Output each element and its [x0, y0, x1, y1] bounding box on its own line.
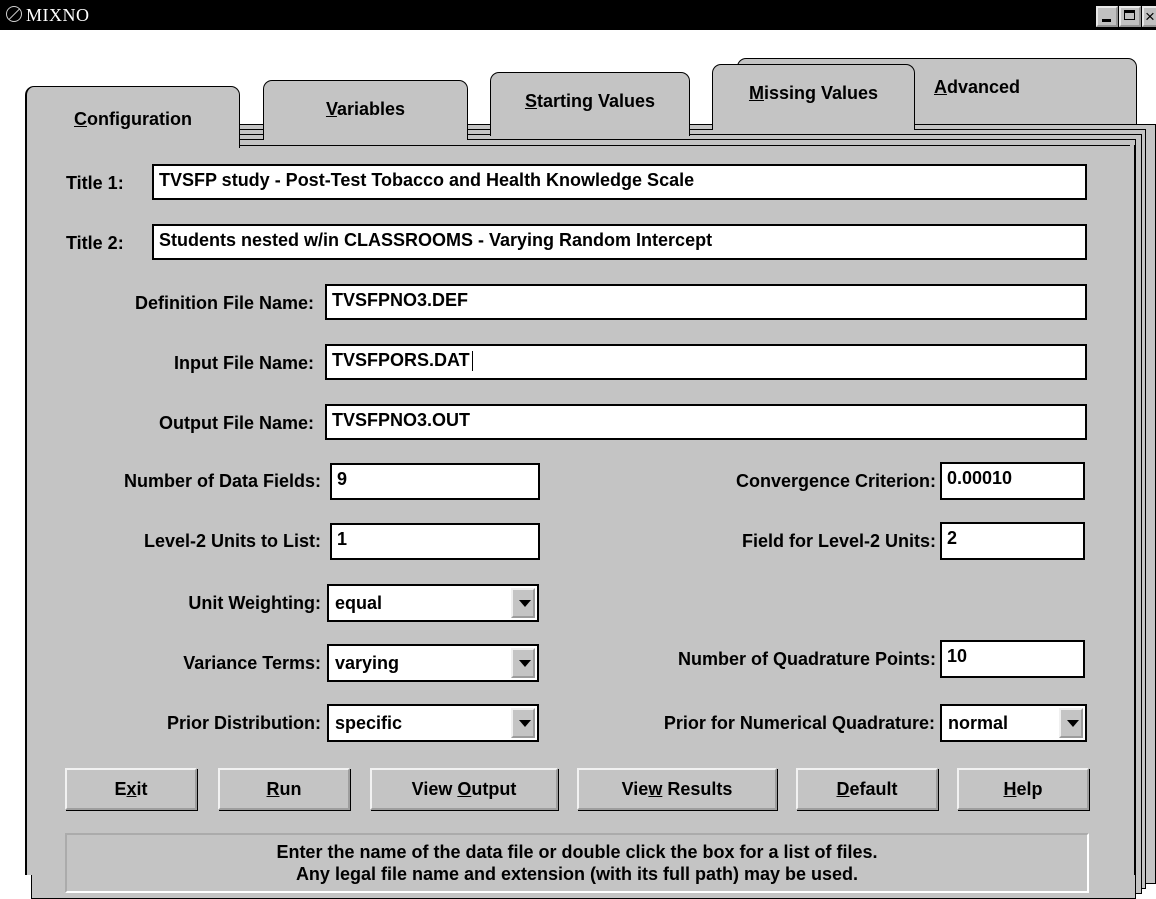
chevron-down-icon[interactable]: [511, 708, 535, 738]
definition-file-label: Definition File Name:: [134, 293, 314, 313]
quad-points-input[interactable]: 10: [940, 640, 1085, 678]
input-file-input[interactable]: TVSFPORS.DAT: [325, 344, 1087, 380]
tab-starting-values[interactable]: Starting Values: [490, 72, 690, 136]
close-button[interactable]: ×: [1142, 6, 1156, 27]
close-icon: ×: [1145, 7, 1155, 26]
maximize-button[interactable]: [1119, 6, 1141, 27]
num-data-fields-input[interactable]: 9: [330, 463, 540, 500]
unit-weighting-label: Unit Weighting:: [188, 593, 321, 613]
variance-terms-label: Variance Terms:: [183, 653, 321, 673]
prior-distribution-select[interactable]: specific: [327, 704, 539, 742]
level2-field-label: Field for Level-2 Units:: [741, 531, 936, 551]
text-cursor: [471, 351, 473, 372]
convergence-label: Convergence Criterion:: [735, 471, 936, 491]
title2-input[interactable]: Students nested w/in CLASSROOMS - Varyin…: [152, 224, 1087, 260]
minimize-button[interactable]: [1096, 6, 1118, 27]
input-file-label: Input File Name:: [173, 353, 314, 373]
level2-list-input[interactable]: 1: [330, 523, 540, 560]
status-message: Enter the name of the data file or doubl…: [65, 833, 1089, 893]
quad-points-label: Number of Quadrature Points:: [677, 649, 936, 669]
chevron-down-icon[interactable]: [1059, 708, 1083, 738]
output-file-input[interactable]: TVSFPNO3.OUT: [325, 404, 1087, 440]
tab-missing-values[interactable]: Missing Values: [712, 64, 915, 130]
level2-list-label: Level-2 Units to List:: [143, 531, 321, 551]
exit-button[interactable]: Exit: [65, 768, 197, 810]
tab-configuration[interactable]: Configuration: [25, 86, 240, 148]
view-output-button[interactable]: View Output: [370, 768, 558, 810]
run-button[interactable]: Run: [218, 768, 350, 810]
help-button[interactable]: Help: [957, 768, 1089, 810]
definition-file-input[interactable]: TVSFPNO3.DEF: [325, 284, 1087, 320]
output-file-label: Output File Name:: [158, 413, 314, 433]
tab-divider: [240, 145, 1130, 146]
title1-label: Title 1:: [66, 173, 124, 193]
status-line-2: Any legal file name and extension (with …: [295, 864, 859, 884]
default-button[interactable]: Default: [796, 768, 938, 810]
status-line-1: Enter the name of the data file or doubl…: [276, 842, 878, 862]
chevron-down-icon[interactable]: [511, 588, 535, 618]
title1-input[interactable]: TVSFP study - Post-Test Tobacco and Heal…: [152, 164, 1087, 200]
num-data-fields-label: Number of Data Fields:: [123, 471, 321, 491]
view-results-button[interactable]: View Results: [577, 768, 777, 810]
level2-field-input[interactable]: 2: [940, 522, 1085, 560]
convergence-input[interactable]: 0.00010: [940, 462, 1085, 500]
tab-variables[interactable]: Variables: [263, 80, 468, 140]
title2-label: Title 2:: [66, 233, 124, 253]
chevron-down-icon[interactable]: [511, 648, 535, 678]
unit-weighting-select[interactable]: equal: [327, 584, 539, 622]
variance-terms-select[interactable]: varying: [327, 644, 539, 682]
prior-quadrature-select[interactable]: normal: [940, 704, 1087, 742]
prior-quadrature-label: Prior for Numerical Quadrature:: [663, 713, 935, 733]
window-title: MIXNO: [26, 5, 90, 25]
title-bar: MIXNO ×: [0, 0, 1156, 30]
no-entry-icon[interactable]: [6, 6, 22, 22]
prior-distribution-label: Prior Distribution:: [167, 713, 321, 733]
